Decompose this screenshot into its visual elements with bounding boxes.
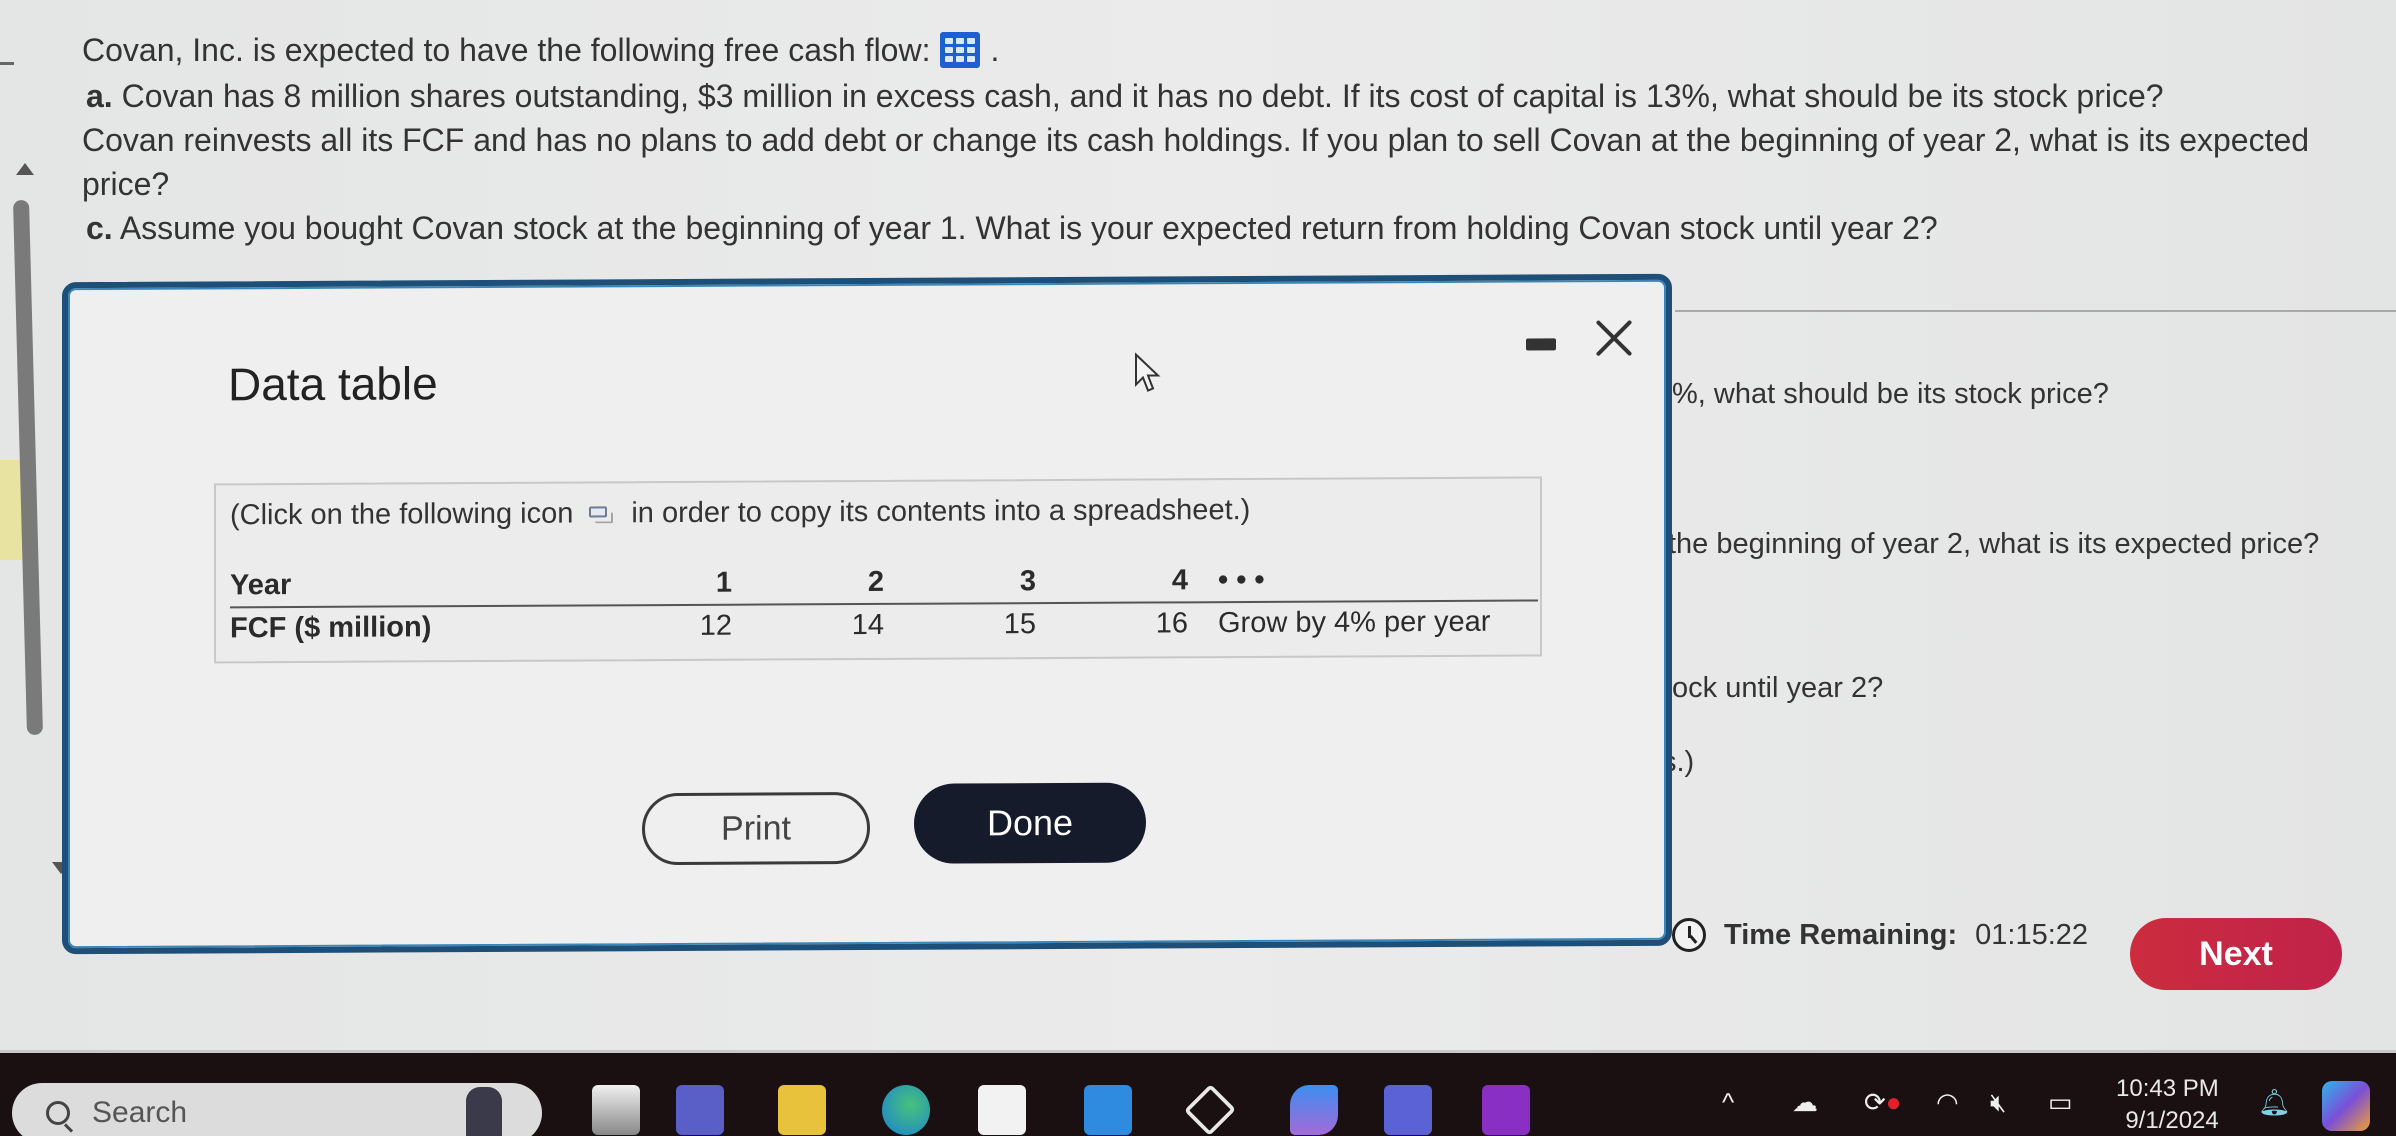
time-remaining-value: 01:15:22 [1975, 918, 2089, 951]
question-intro-text: Covan, Inc. is expected to have the foll… [82, 32, 931, 68]
clock-date: 9/1/2024 [2125, 1107, 2219, 1134]
minimize-icon[interactable] [1526, 338, 1556, 351]
fcf-table: Year 1 2 3 4 • • • FCF ($ million) 12 14… [230, 558, 1538, 649]
fcf-growth-note: Grow by 4% per year [1218, 605, 1491, 640]
copilot-icon[interactable] [1290, 1085, 1338, 1135]
background-text-b: the beginning of year 2, what is its exp… [1668, 528, 2320, 560]
background-text-c: tock until year 2? [1664, 672, 1884, 704]
question-text: Covan, Inc. is expected to have the foll… [82, 30, 2396, 250]
scroll-up-arrow[interactable] [16, 163, 34, 175]
fcf-value: 16 [1155, 607, 1188, 640]
header-year: Year [230, 563, 580, 608]
onenote-icon[interactable] [1482, 1085, 1530, 1135]
mail-icon[interactable] [1084, 1085, 1132, 1135]
task-view-icon[interactable] [592, 1085, 640, 1135]
battery-icon[interactable]: ▭ [2048, 1087, 2073, 1118]
fcf-value: 12 [699, 609, 732, 642]
question-intro: Covan, Inc. is expected to have the foll… [82, 30, 2396, 70]
part-b-text: Covan reinvests all its FCF and has no p… [82, 122, 2310, 202]
background-text-a: %, what should be its stock price? [1672, 378, 2109, 410]
edge-icon[interactable] [882, 1085, 930, 1135]
copy-note-before: (Click on the following icon [230, 497, 574, 532]
header-ellipsis: • • • [1188, 558, 1538, 603]
page: Covan, Inc. is expected to have the foll… [0, 0, 2396, 1050]
copy-instruction: (Click on the following icon in order to… [230, 494, 1250, 532]
dev-home-icon[interactable] [1184, 1084, 1236, 1136]
teams-work-icon[interactable] [676, 1085, 724, 1135]
question-part-a: a. Covan has 8 million shares outstandin… [82, 74, 2396, 118]
close-icon[interactable] [1592, 316, 1636, 360]
onedrive-cloud-icon[interactable]: ☁ [1792, 1087, 1818, 1118]
teams-icon[interactable] [1384, 1085, 1432, 1135]
time-remaining-label: Time Remaining: [1724, 918, 1958, 951]
notification-bell-icon[interactable]: 🔔︎ [2258, 1087, 2291, 1118]
header-col: 4 [1036, 560, 1188, 604]
print-button[interactable]: Print [642, 791, 870, 866]
search-highlight-image [466, 1087, 502, 1136]
header-col: 2 [732, 561, 884, 605]
wifi-icon[interactable]: ◠ [1936, 1087, 1959, 1118]
fcf-value: 15 [1003, 608, 1036, 641]
volume-muted-icon[interactable]: 🔇︎ [1990, 1087, 2006, 1119]
copy-to-spreadsheet-icon[interactable] [589, 504, 615, 524]
divider [1675, 310, 2396, 312]
part-c-label: c. [86, 210, 113, 246]
next-button[interactable]: Next [2130, 918, 2342, 990]
data-table-panel: (Click on the following icon in order to… [214, 476, 1542, 664]
search-placeholder: Search [92, 1096, 188, 1129]
part-a-text: Covan has 8 million shares outstanding, … [121, 78, 2164, 114]
question-part-c: c. Assume you bought Covan stock at the … [82, 206, 2396, 250]
microsoft-store-icon[interactable] [978, 1085, 1026, 1135]
clock-time: 10:43 PM [2116, 1075, 2219, 1102]
part-c-text: Assume you bought Covan stock at the beg… [119, 210, 1938, 246]
show-hidden-icons-icon[interactable]: ^ [1722, 1087, 1734, 1118]
fcf-value: 14 [851, 608, 884, 642]
copy-note-after: in order to copy its contents into a spr… [631, 493, 1251, 530]
file-explorer-icon[interactable] [778, 1085, 826, 1135]
sync-error-icon[interactable]: ⟳● [1864, 1087, 1902, 1118]
done-button[interactable]: Done [914, 782, 1146, 864]
search-icon [46, 1101, 70, 1125]
part-a-label: a. [86, 78, 113, 114]
copilot-pre-icon[interactable] [2322, 1081, 2370, 1131]
table-row: FCF ($ million) 12 14 15 16 Grow by 4% p… [230, 600, 1538, 649]
left-marker [0, 62, 14, 65]
table-header-row: Year 1 2 3 4 • • • [230, 558, 1538, 608]
period: . [990, 32, 1000, 68]
header-col: 3 [884, 561, 1036, 604]
clock-icon [1672, 918, 1706, 952]
taskbar: Search ^ ☁ ⟳● ◠ 🔇︎ ▭ 10:43 PM 9/1/2024 🔔… [0, 1050, 2396, 1136]
mouse-cursor-icon [1135, 352, 1161, 392]
data-table-icon[interactable] [940, 32, 981, 68]
time-remaining: Time Remaining: 01:15:22 [1672, 918, 2088, 952]
header-col: 1 [580, 562, 732, 606]
row-label-fcf: FCF ($ million) [230, 611, 432, 645]
question-part-b: Covan reinvests all its FCF and has no p… [78, 118, 2396, 206]
dialog-title: Data table [228, 357, 438, 411]
data-table-dialog: Data table (Click on the following icon … [62, 273, 1672, 955]
taskbar-search[interactable]: Search [12, 1083, 542, 1136]
system-clock[interactable]: 10:43 PM 9/1/2024 [2116, 1073, 2219, 1136]
